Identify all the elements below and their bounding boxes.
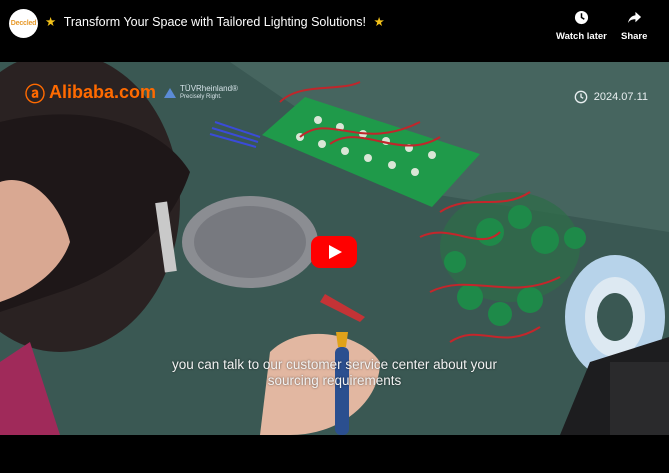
share-button[interactable]: Share <box>621 10 647 42</box>
alibaba-logo-icon: ⓐ <box>25 84 45 106</box>
channel-avatar[interactable]: Deccled <box>9 9 38 38</box>
caption-line-1: you can talk to our customer service cen… <box>172 357 497 372</box>
watch-later-label: Watch later <box>556 31 607 42</box>
tuv-line-2: Precisely Right. <box>180 93 222 100</box>
video-frame[interactable]: ⓐ Alibaba.com TÜVRheinland® Precisely Ri… <box>0 62 669 435</box>
watch-later-button[interactable]: Watch later <box>556 10 607 42</box>
star-icon-right: ★ <box>373 15 385 29</box>
video-title[interactable]: ★ Transform Your Space with Tailored Lig… <box>45 14 385 29</box>
clock-small-icon <box>574 90 588 104</box>
video-title-text[interactable]: Transform Your Space with Tailored Light… <box>64 15 366 29</box>
star-icon-left: ★ <box>45 15 57 29</box>
bottom-bar <box>0 435 669 473</box>
tuv-line-1: TÜVRheinland® <box>180 83 238 93</box>
tuv-triangle-icon <box>164 87 177 98</box>
title-bar: Deccled ★ Transform Your Space with Tail… <box>0 0 669 62</box>
tuv-badge: TÜVRheinland® Precisely Right. <box>164 84 238 102</box>
video-player[interactable]: ⓐ Alibaba.com TÜVRheinland® Precisely Ri… <box>0 0 669 473</box>
share-arrow-icon <box>627 11 641 24</box>
share-label: Share <box>621 31 648 42</box>
caption-line-2: sourcing requirements <box>267 373 402 388</box>
date-stamp: 2024.07.11 <box>574 90 648 104</box>
clock-icon <box>574 10 588 25</box>
sponsor-logo: ⓐ Alibaba.com TÜVRheinland® Precisely Ri… <box>25 78 238 107</box>
play-button[interactable] <box>311 236 357 268</box>
alibaba-logo-text: Alibaba.com <box>49 82 157 102</box>
date-text: 2024.07.11 <box>593 91 648 103</box>
